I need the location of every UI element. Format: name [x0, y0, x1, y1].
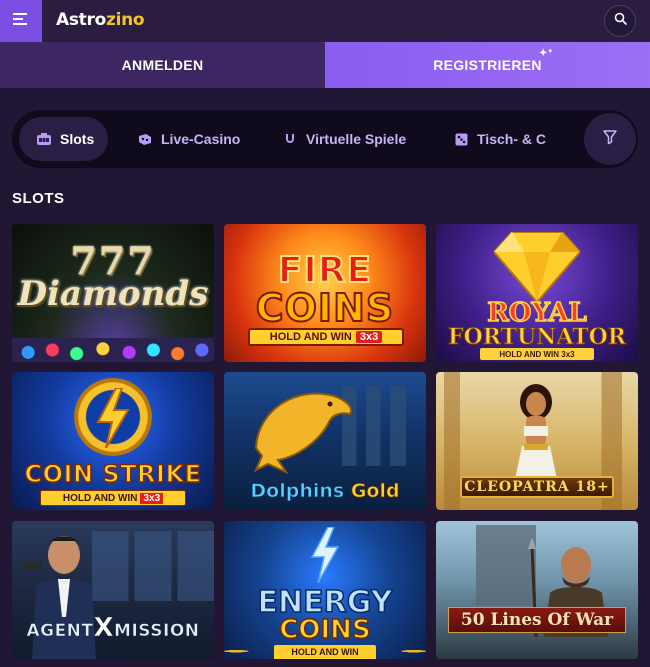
gems-decoration — [12, 338, 214, 362]
live-casino-icon — [138, 132, 152, 146]
logo-text-part1: Astro — [56, 10, 106, 30]
game-title-line2: COINS — [279, 614, 372, 646]
game-title: CLEOPATRA 18+ — [460, 476, 614, 498]
lightning-icon — [310, 527, 340, 583]
game-tile-energy-coins[interactable]: ENERGY COINS HOLD AND WIN — [224, 521, 426, 659]
diamond-icon — [494, 232, 580, 302]
band-badge: 3x3 — [140, 492, 164, 504]
game-tile-royal-fortunator[interactable]: ROYAL FORTUNATOR HOLD AND WIN 3x3 — [436, 224, 638, 362]
game-subtitle-band: HOLD AND WIN 3x3 — [480, 348, 594, 360]
game-title: AGENTXMISSION — [12, 613, 214, 644]
game-tile-dolphins-gold[interactable]: Dolphins Gold — [224, 372, 426, 510]
game-tile-fire-coins[interactable]: FIRE COINS HOLD AND WIN 3x3 — [224, 224, 426, 362]
game-subtitle-band: HOLD AND WIN 3x3 — [248, 328, 404, 346]
game-subtitle-band: HOLD AND WIN — [274, 645, 376, 659]
game-title-line2: Diamonds — [17, 274, 209, 314]
dolphin-icon — [254, 392, 352, 474]
game-tile-coin-strike[interactable]: COIN STRIKE HOLD AND WIN 3x3 — [12, 372, 214, 510]
tab-slots-label: Slots — [60, 131, 95, 147]
category-nav: Slots Live-Casino Virtuelle Spiele Tisch… — [12, 110, 638, 168]
section-title: SLOTS — [12, 190, 65, 207]
top-bar: Astrozino — [0, 0, 650, 42]
screens-decoration — [92, 531, 214, 601]
register-button[interactable]: REGISTRIEREN ✦✦ — [325, 42, 650, 88]
game-tile-agent-x-mission[interactable]: AGENTXMISSION — [12, 521, 214, 659]
logo-text-part2: zino — [105, 10, 145, 30]
game-title-line1: FIRE — [277, 249, 373, 292]
game-title: Dolphins Gold — [224, 480, 426, 503]
tab-table-games[interactable]: Tisch- & C — [454, 117, 546, 161]
game-title-line2: FORTUNATOR — [447, 324, 627, 351]
game-tile-50-lines-of-war[interactable]: 50 Lines Of War — [436, 521, 638, 659]
game-subtitle-band: HOLD AND WIN 3x3 — [40, 490, 186, 506]
sparkle-icon: ✦✦ — [539, 48, 554, 59]
title-part2: X — [93, 613, 115, 644]
tab-virtual-games[interactable]: Virtuelle Spiele — [283, 117, 406, 161]
login-button[interactable]: ANMELDEN — [0, 42, 325, 88]
tab-live-casino[interactable]: Live-Casino — [138, 117, 240, 161]
search-icon — [614, 12, 627, 30]
tab-live-casino-label: Live-Casino — [161, 131, 241, 147]
menu-button[interactable] — [0, 0, 42, 42]
game-title: 50 Lines Of War — [448, 607, 626, 633]
tab-virtual-games-label: Virtuelle Spiele — [306, 131, 407, 147]
table-games-icon — [454, 132, 468, 146]
filter-icon — [602, 129, 618, 150]
search-button[interactable] — [604, 5, 636, 37]
lightning-icon — [96, 388, 130, 448]
title-part3: MISSION — [114, 621, 200, 642]
game-title-line2: COINS — [255, 285, 395, 331]
slot-machine-icon — [37, 132, 51, 146]
tab-slots[interactable]: Slots — [19, 117, 109, 161]
brand-logo[interactable]: Astrozino — [56, 10, 145, 30]
register-label: REGISTRIEREN — [433, 57, 542, 73]
hamburger-icon — [13, 12, 29, 30]
auth-bar: ANMELDEN REGISTRIEREN ✦✦ — [0, 42, 650, 88]
band-text: HOLD AND WIN — [62, 492, 138, 504]
title-part1: AGENT — [26, 621, 94, 642]
band-text: HOLD AND WIN — [269, 331, 352, 343]
band-badge: 3x3 — [355, 331, 383, 343]
title-part2: Gold — [350, 480, 400, 503]
game-tile-777-diamonds[interactable]: 777 Diamonds — [12, 224, 214, 362]
tab-table-games-label: Tisch- & C — [477, 131, 546, 147]
virtual-games-icon — [283, 132, 297, 146]
cleopatra-figure-icon — [514, 384, 558, 484]
game-title-line1: COIN STRIKE — [24, 459, 202, 489]
filter-button[interactable] — [584, 113, 636, 165]
title-part1: Dolphins — [250, 480, 345, 503]
game-tile-cleopatra[interactable]: CLEOPATRA 18+ — [436, 372, 638, 510]
